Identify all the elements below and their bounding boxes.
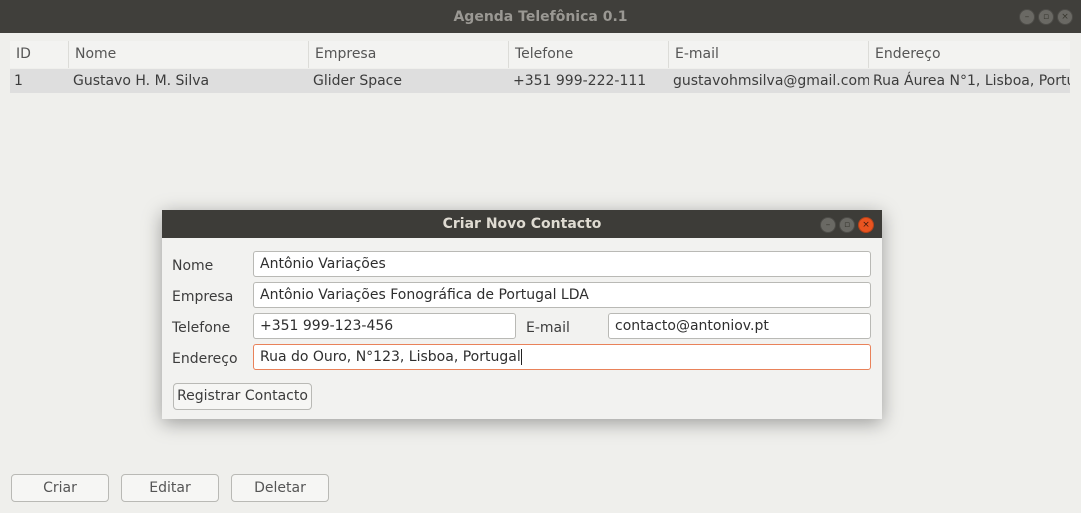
- column-header-id[interactable]: ID: [10, 41, 69, 68]
- cell-address: Rua Áurea N°1, Lisboa, Portugal: [873, 73, 1070, 89]
- dialog-titlebar[interactable]: Criar Novo Contacto – ▫ ×: [162, 210, 882, 238]
- maximize-icon[interactable]: ▫: [1038, 9, 1054, 25]
- column-header-address[interactable]: Endereço: [869, 41, 1070, 68]
- minimize-icon[interactable]: –: [1019, 9, 1035, 25]
- phone-field[interactable]: +351 999-123-456: [253, 313, 516, 339]
- address-value: Rua do Ouro, N°123, Lisboa, Portugal: [260, 349, 521, 365]
- create-button[interactable]: Criar: [11, 474, 109, 502]
- address-field[interactable]: Rua do Ouro, N°123, Lisboa, Portugal: [253, 344, 871, 370]
- register-contact-button[interactable]: Registrar Contacto: [173, 383, 312, 410]
- delete-button[interactable]: Deletar: [231, 474, 329, 502]
- close-icon[interactable]: ×: [1057, 9, 1073, 25]
- column-header-email[interactable]: E-mail: [669, 41, 869, 68]
- cell-company: Glider Space: [313, 73, 402, 89]
- column-header-name[interactable]: Nome: [69, 41, 309, 68]
- name-field[interactable]: Antônio Variações: [253, 251, 871, 277]
- column-header-phone[interactable]: Telefone: [509, 41, 669, 68]
- text-cursor: [520, 349, 522, 365]
- dialog-title: Criar Novo Contacto: [442, 216, 602, 232]
- email-label: E-mail: [526, 320, 570, 336]
- window-title: Agenda Telefônica 0.1: [453, 9, 628, 25]
- phone-label: Telefone: [172, 320, 231, 336]
- main-titlebar[interactable]: Agenda Telefônica 0.1 – ▫ ×: [0, 0, 1081, 33]
- company-label: Empresa: [172, 289, 234, 305]
- company-field[interactable]: Antônio Variações Fonográfica de Portuga…: [253, 282, 871, 308]
- create-contact-dialog: Criar Novo Contacto – ▫ × Nome Antônio V…: [162, 210, 882, 419]
- minimize-icon[interactable]: –: [820, 217, 836, 233]
- cell-id: 1: [14, 73, 23, 89]
- address-label: Endereço: [172, 351, 238, 367]
- column-header-company[interactable]: Empresa: [309, 41, 509, 68]
- email-field[interactable]: contacto@antoniov.pt: [608, 313, 871, 339]
- name-label: Nome: [172, 258, 214, 274]
- close-icon[interactable]: ×: [858, 217, 874, 233]
- cell-name: Gustavo H. M. Silva: [73, 73, 210, 89]
- cell-phone: +351 999-222-111: [513, 73, 647, 89]
- maximize-icon[interactable]: ▫: [839, 217, 855, 233]
- cell-email: gustavohmsilva@gmail.com: [673, 73, 869, 89]
- contacts-table[interactable]: ID Nome Empresa Telefone E-mail Endereço…: [10, 41, 1070, 93]
- edit-button[interactable]: Editar: [121, 474, 219, 502]
